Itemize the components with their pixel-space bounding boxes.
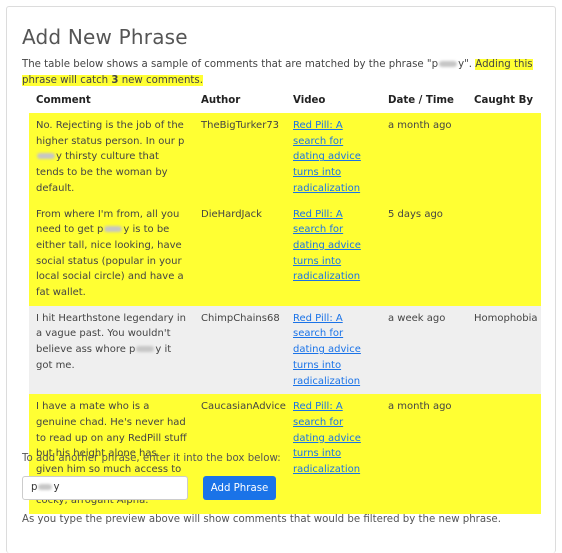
censor-blur bbox=[136, 346, 155, 353]
intro-text-after: y". bbox=[458, 59, 476, 70]
censor-blur bbox=[37, 153, 55, 160]
date-cell: a week ago bbox=[381, 305, 467, 395]
author-cell: ChimpChains68 bbox=[194, 305, 286, 395]
phrase-input-value-after: y bbox=[53, 482, 60, 493]
column-header-video: Video bbox=[286, 88, 381, 113]
video-cell: Red Pill: A search for dating advice tur… bbox=[286, 394, 381, 515]
comment-text-before: No. Rejecting is the job of the higher s… bbox=[36, 120, 185, 147]
column-header-date: Date / Time bbox=[381, 88, 467, 113]
date-cell: 5 days ago bbox=[381, 201, 467, 306]
date-cell: a month ago bbox=[381, 112, 467, 202]
video-link[interactable]: Red Pill: A search for dating advice tur… bbox=[293, 313, 361, 387]
comment-cell: From where I'm from, all you need to get… bbox=[29, 201, 194, 306]
page-title: Add New Phrase bbox=[22, 25, 188, 49]
author-cell: TheBigTurker73 bbox=[194, 112, 286, 202]
video-cell: Red Pill: A search for dating advice tur… bbox=[286, 305, 381, 395]
video-link[interactable]: Red Pill: A search for dating advice tur… bbox=[293, 401, 361, 475]
censor-blur bbox=[439, 61, 458, 67]
censor-blur bbox=[104, 226, 123, 233]
date-cell: a month ago bbox=[381, 394, 467, 515]
column-header-comment: Comment bbox=[29, 88, 194, 113]
intro-highlight-2: new comments. bbox=[118, 75, 203, 86]
table-row: I hit Hearthstone legendary in a vague p… bbox=[29, 305, 541, 395]
video-cell: Red Pill: A search for dating advice tur… bbox=[286, 112, 381, 202]
add-another-instructions: To add another phrase, enter it into the… bbox=[22, 453, 281, 464]
table-row: From where I'm from, all you need to get… bbox=[29, 201, 541, 306]
comment-text-after: y is to be either tall, nice looking, ha… bbox=[36, 224, 184, 299]
column-header-author: Author bbox=[194, 88, 286, 113]
comments-table: Comment Author Video Date / Time Caught … bbox=[29, 88, 541, 515]
caught-by-cell bbox=[467, 112, 541, 202]
comment-text-after: y thirsty culture that tends to be the w… bbox=[36, 151, 168, 194]
censor-blur bbox=[38, 484, 53, 490]
caught-by-cell bbox=[467, 201, 541, 306]
phrase-input-value-before: p bbox=[31, 482, 38, 493]
comment-cell: No. Rejecting is the job of the higher s… bbox=[29, 112, 194, 202]
preview-hint: As you type the preview above will show … bbox=[22, 514, 501, 525]
column-header-caught-by: Caught By bbox=[467, 88, 541, 113]
phrase-input[interactable]: py bbox=[22, 476, 188, 500]
table-row: No. Rejecting is the job of the higher s… bbox=[29, 112, 541, 202]
video-cell: Red Pill: A search for dating advice tur… bbox=[286, 201, 381, 306]
author-cell: DieHardJack bbox=[194, 201, 286, 306]
video-link[interactable]: Red Pill: A search for dating advice tur… bbox=[293, 209, 361, 283]
caught-by-cell bbox=[467, 394, 541, 515]
video-link[interactable]: Red Pill: A search for dating advice tur… bbox=[293, 120, 361, 194]
intro-text: The table below shows a sample of commen… bbox=[22, 57, 547, 89]
intro-text-before: The table below shows a sample of commen… bbox=[22, 59, 439, 70]
table-header-row: Comment Author Video Date / Time Caught … bbox=[29, 88, 541, 113]
add-phrase-button[interactable]: Add Phrase bbox=[203, 476, 276, 500]
caught-by-cell: Homophobia bbox=[467, 305, 541, 395]
comment-cell: I hit Hearthstone legendary in a vague p… bbox=[29, 305, 194, 395]
